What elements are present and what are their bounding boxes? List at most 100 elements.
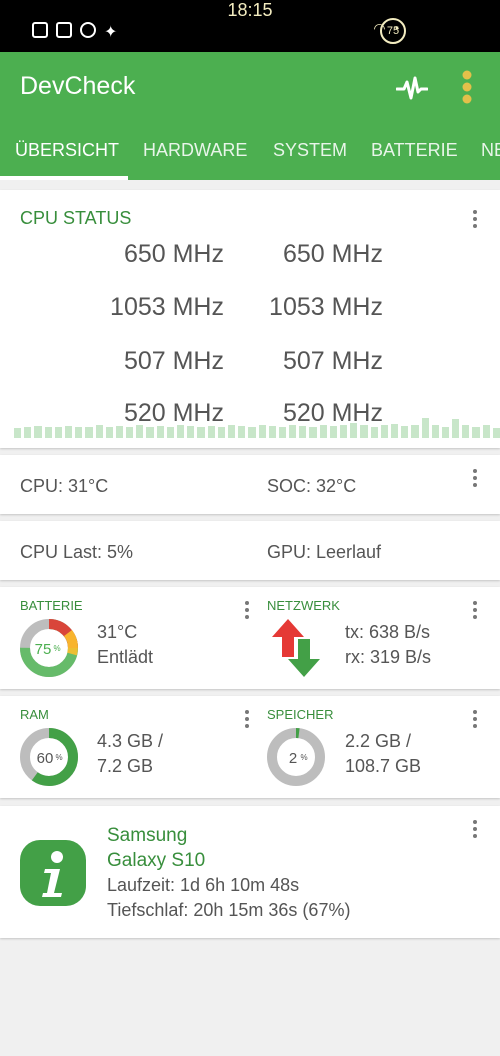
- tab-battery[interactable]: BATTERIE: [371, 140, 458, 161]
- core-3-frequency: 1053 MHz: [269, 293, 383, 321]
- load-card: CPU Last: 5% GPU: Leerlauf: [0, 521, 500, 580]
- cpu-load-bar: [187, 426, 195, 438]
- tab-bar: ÜBERSICHT HARDWARE SYSTEM BATTERIE NE: [0, 124, 500, 180]
- more-options-icon[interactable]: [460, 70, 474, 104]
- cpu-load-bar: [166, 427, 174, 438]
- core-1-frequency: 650 MHz: [282, 240, 383, 268]
- ram-title: RAM: [20, 707, 49, 722]
- cpu-load-bar: [370, 427, 378, 438]
- cpu-load-bar: [482, 425, 490, 438]
- device-brand: Samsung: [107, 825, 188, 846]
- mail-icon: [32, 22, 48, 38]
- cpu-load-bar: [227, 425, 236, 438]
- cpu-load-bar: [105, 427, 113, 438]
- cpu-load-bar: [492, 428, 500, 438]
- cpu-temperature: CPU: 31°C: [20, 476, 109, 496]
- storage-gauge: 2 %: [267, 728, 325, 786]
- core-0-frequency: 650 MHz: [123, 240, 224, 268]
- cpu-load-bar: [441, 427, 450, 438]
- network-rx: rx: 319 B/s: [345, 647, 432, 667]
- core-5-frequency: 507 MHz: [282, 347, 383, 375]
- cpu-load-bar: [197, 427, 205, 438]
- cpu-load-bar: [54, 427, 62, 438]
- cpu-load-bar: [360, 425, 368, 438]
- cpu-load-bar: [401, 426, 409, 438]
- battery-gauge: 75 %: [20, 619, 78, 677]
- pulse-icon[interactable]: [396, 72, 428, 104]
- device-card-menu-icon[interactable]: [472, 820, 478, 838]
- cpu-load-bar: [44, 427, 52, 438]
- sparkle-icon: ✦: [104, 24, 118, 41]
- memory-storage-card: RAM 60 % 4.3 GB / 7.2 GB SPEICHER 2 % 2.…: [0, 696, 500, 798]
- battery-menu-icon[interactable]: [244, 601, 250, 619]
- cpu-load-bar: [380, 425, 388, 438]
- cpu-load-bar: [238, 426, 246, 438]
- notification-icons: ✦: [32, 22, 120, 41]
- status-time: 18:15: [227, 0, 273, 20]
- battery-icon: 75: [380, 18, 406, 44]
- battery-temperature: 31°C: [97, 622, 138, 642]
- battery-state: Entlädt: [97, 647, 154, 667]
- cpu-load-bar: [14, 428, 22, 438]
- battery-gauge-unit: %: [53, 644, 60, 653]
- battery-network-card: BATTERIE 75 % 31°C Entlädt NETZWERK tx: …: [0, 587, 500, 689]
- cpu-load-bar: [278, 427, 287, 438]
- device-info-card[interactable]: Samsung Galaxy S10 Laufzeit: 1d 6h 10m 4…: [0, 806, 500, 938]
- info-icon: [80, 22, 96, 38]
- tab-network[interactable]: NE: [481, 140, 500, 161]
- ram-gauge-value: 60: [37, 750, 54, 767]
- cpu-load-bar: [207, 426, 215, 438]
- cpu-load-bar: [289, 425, 297, 438]
- cpu-load-bar: [126, 427, 134, 438]
- battery-gauge-value: 75: [35, 641, 52, 658]
- app-title: DevCheck: [20, 72, 136, 100]
- cpu-load-history: [14, 416, 500, 438]
- cpu-load-bar: [115, 426, 124, 438]
- cpu-load-bar: [75, 427, 83, 438]
- storage-used: 2.2 GB /: [345, 731, 412, 751]
- cpu-load-bar: [462, 425, 470, 438]
- temperature-card: CPU: 31°C SOC: 32°C: [0, 455, 500, 514]
- cpu-load-bar: [146, 427, 154, 438]
- status-bar: 18:15 ✦ ◠ ◔ 75: [0, 0, 500, 52]
- network-traffic-icon: [272, 619, 320, 677]
- tab-system[interactable]: SYSTEM: [273, 140, 347, 161]
- device-model: Galaxy S10: [107, 850, 206, 871]
- cpu-load-bar: [136, 425, 144, 438]
- tab-hardware[interactable]: HARDWARE: [143, 140, 247, 161]
- ram-menu-icon[interactable]: [244, 710, 250, 728]
- info-app-icon: [20, 840, 86, 906]
- cpu-load-bar: [319, 425, 327, 438]
- cpu-load-bar: [472, 427, 480, 438]
- cpu-status-title: CPU STATUS: [20, 208, 132, 228]
- cpu-load-bar: [248, 427, 256, 438]
- gpu-load: GPU: Leerlauf: [267, 542, 382, 562]
- cpu-status-card[interactable]: CPU STATUS 650 MHz 650 MHz 1053 MHz 1053…: [0, 190, 500, 448]
- cpu-load-bar: [340, 425, 348, 438]
- storage-total: 108.7 GB: [345, 756, 422, 776]
- device-deep-sleep: Tiefschlaf: 20h 15m 36s (67%): [107, 900, 351, 920]
- cpu-load-bar: [421, 418, 429, 438]
- cpu-load-bar: [452, 419, 460, 438]
- ram-gauge-unit: %: [55, 753, 62, 762]
- network-menu-icon[interactable]: [472, 601, 478, 619]
- core-4-frequency: 507 MHz: [123, 347, 224, 375]
- storage-gauge-unit: %: [300, 753, 307, 762]
- cpu-load-bar: [411, 425, 419, 438]
- cpu-load-bar: [309, 427, 317, 438]
- cpu-load-bar: [390, 424, 399, 438]
- active-tab-indicator: [0, 176, 128, 180]
- temperature-card-menu-icon[interactable]: [472, 469, 478, 487]
- cpu-load-bar: [85, 427, 93, 438]
- shield-icon: [56, 22, 72, 38]
- app-bar: DevCheck: [0, 52, 500, 124]
- storage-menu-icon[interactable]: [472, 710, 478, 728]
- cpu-load-bar: [299, 426, 307, 438]
- network-title: NETZWERK: [267, 598, 340, 613]
- tab-overview[interactable]: ÜBERSICHT: [15, 140, 119, 161]
- cpu-card-menu-icon[interactable]: [472, 210, 478, 228]
- cpu-load-bar: [95, 425, 103, 438]
- cpu-load-bar: [329, 426, 337, 438]
- cpu-load-bar: [350, 423, 358, 438]
- storage-gauge-value: 2: [289, 750, 297, 767]
